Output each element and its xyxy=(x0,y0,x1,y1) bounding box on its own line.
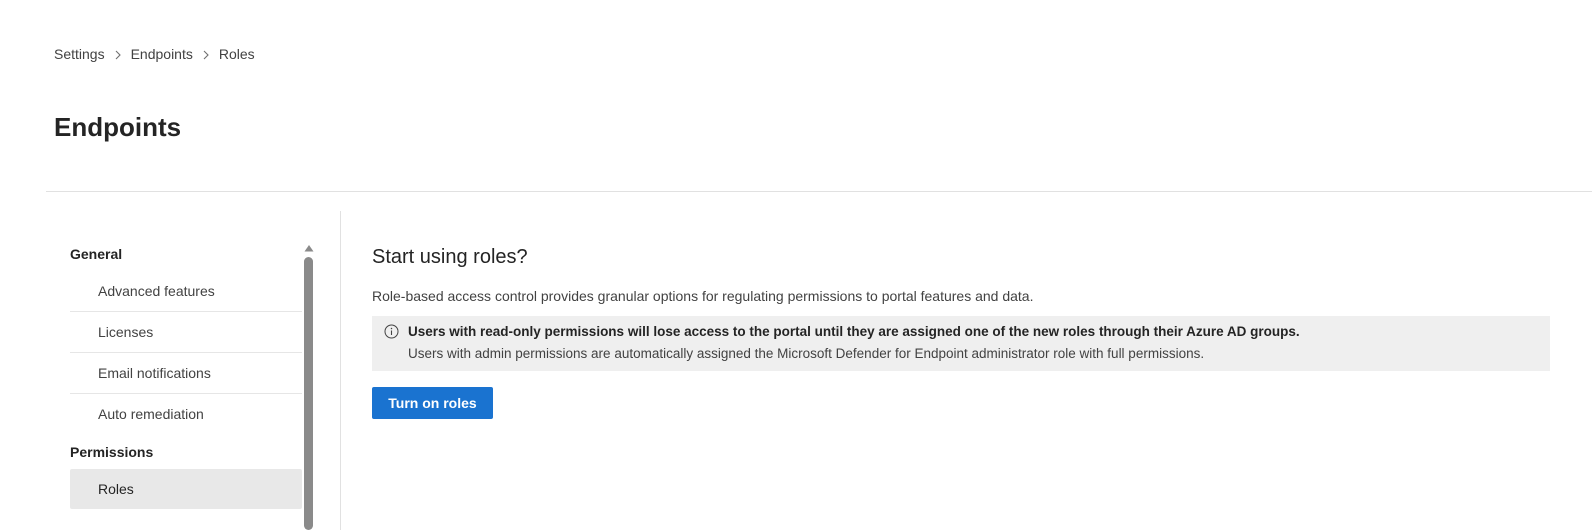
sidebar-item-email-notifications[interactable]: Email notifications xyxy=(70,353,302,394)
page-title: Endpoints xyxy=(54,112,182,142)
section-description: Role-based access control provides granu… xyxy=(372,288,1034,304)
info-message-bold: Users with read-only permissions will lo… xyxy=(408,324,1300,339)
sidebar-scrollbar-thumb[interactable] xyxy=(304,257,313,530)
breadcrumb-endpoints[interactable]: Endpoints xyxy=(131,46,193,62)
chevron-right-icon xyxy=(105,46,131,62)
settings-sidebar: General Advanced features Licenses Email… xyxy=(70,237,302,509)
sidebar-item-auto-remediation[interactable]: Auto remediation xyxy=(70,394,302,435)
section-title: Start using roles? xyxy=(372,246,528,268)
sidebar-divider xyxy=(340,211,341,530)
sidebar-item-advanced-features[interactable]: Advanced features xyxy=(70,271,302,312)
sidebar-item-licenses[interactable]: Licenses xyxy=(70,312,302,353)
turn-on-roles-button[interactable]: Turn on roles xyxy=(372,387,493,419)
info-message-bar: Users with read-only permissions will lo… xyxy=(372,316,1550,371)
info-message-text: Users with admin permissions are automat… xyxy=(408,346,1205,361)
chevron-right-icon xyxy=(193,46,219,62)
header-divider xyxy=(46,191,1592,192)
scroll-up-arrow-icon[interactable] xyxy=(303,240,315,252)
sidebar-item-roles[interactable]: Roles xyxy=(70,469,302,509)
breadcrumb-settings[interactable]: Settings xyxy=(54,46,105,62)
main-content: Start using roles? Role-based access con… xyxy=(372,243,1550,419)
info-icon xyxy=(384,324,399,339)
sidebar-group-general: General xyxy=(70,246,123,262)
sidebar-group-permissions: Permissions xyxy=(70,444,154,460)
breadcrumb: Settings Endpoints Roles xyxy=(54,45,255,63)
breadcrumb-roles: Roles xyxy=(218,46,255,62)
